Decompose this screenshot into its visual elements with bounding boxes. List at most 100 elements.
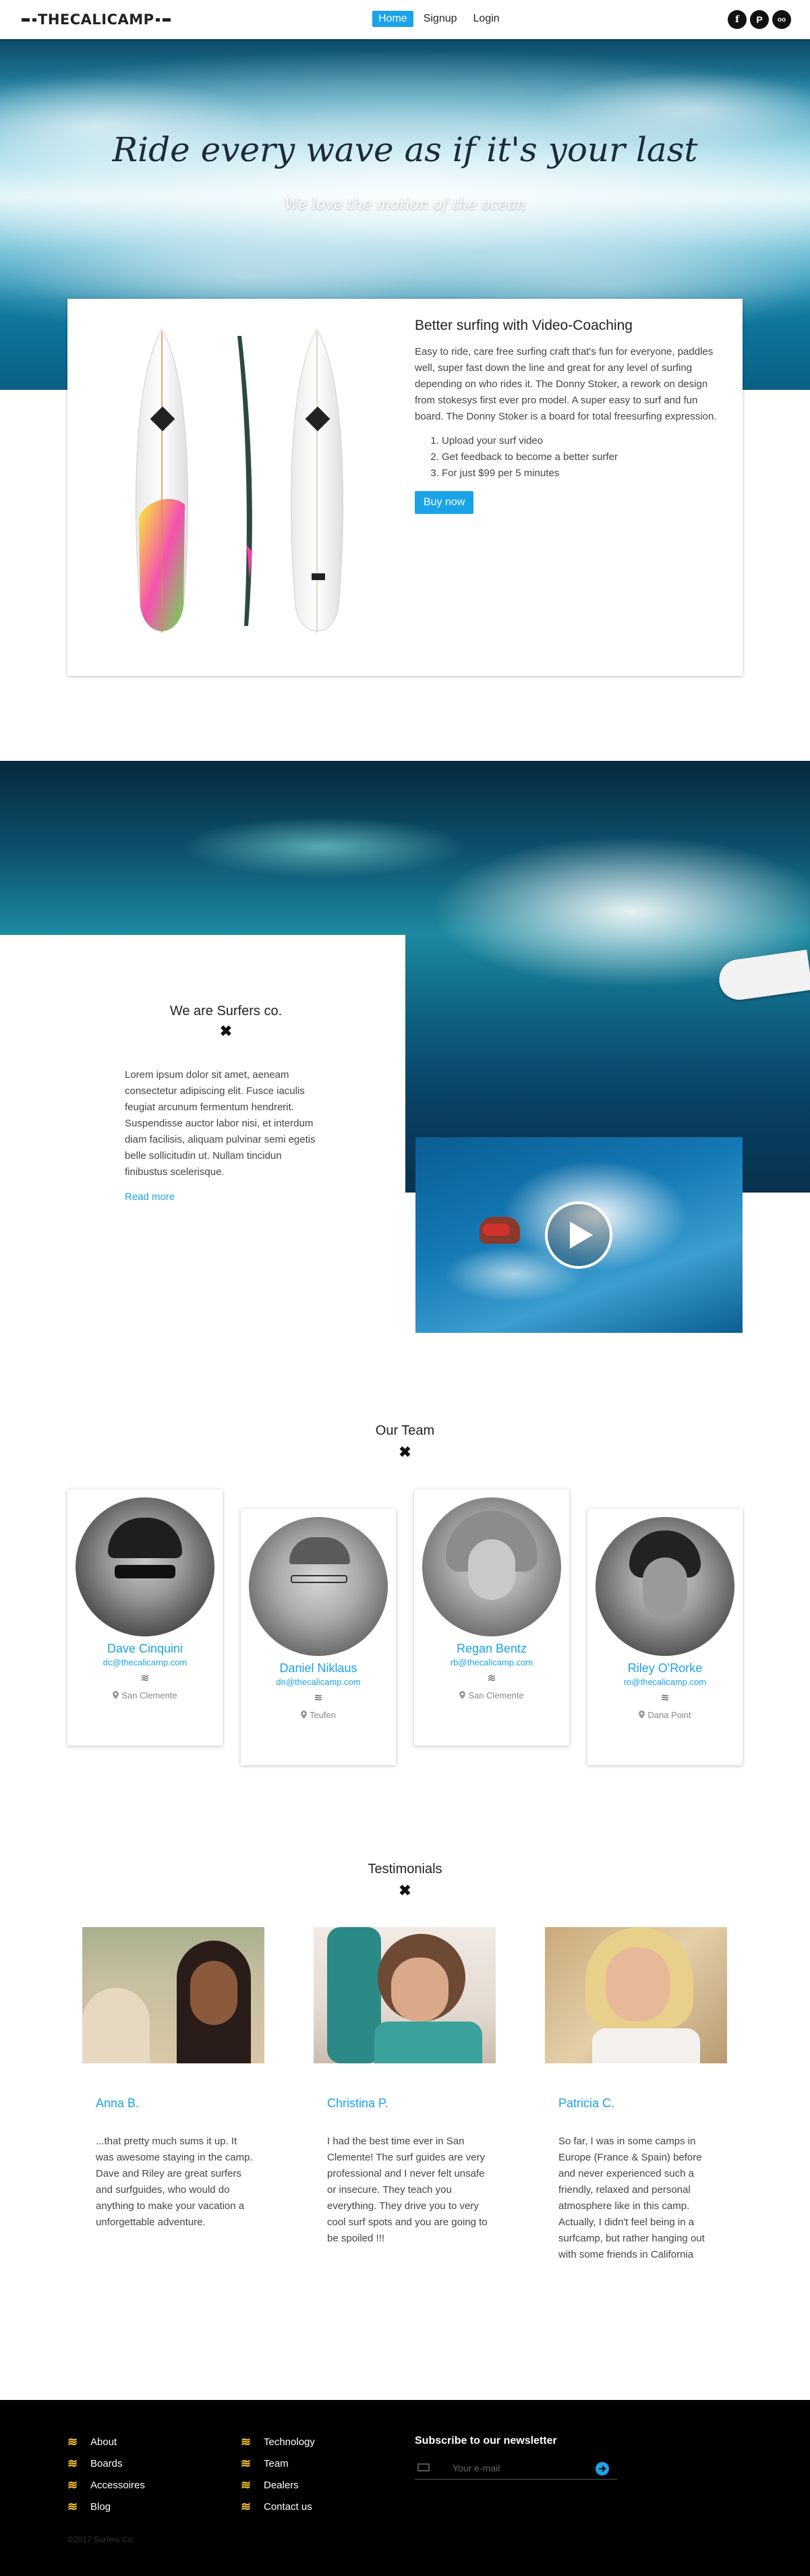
testimonial-text: I had the best time ever in San Clemente… bbox=[327, 2136, 488, 2244]
video-thumbnail[interactable] bbox=[415, 1137, 743, 1333]
wave-icon: ≋ bbox=[241, 2499, 252, 2513]
team-email[interactable]: rb@thecalicamp.com bbox=[414, 1657, 569, 1667]
newsletter-title: Subscribe to our newsletter bbox=[415, 2435, 557, 2446]
footer-link-blog[interactable]: ≋ Blog bbox=[67, 2496, 145, 2517]
wave-icon: ≋ bbox=[140, 1673, 150, 1684]
team-email[interactable]: ro@thecalicamp.com bbox=[587, 1677, 743, 1687]
wave-icon: ≋ bbox=[67, 2499, 78, 2513]
tripadvisor-icon[interactable]: oo bbox=[772, 10, 791, 29]
nav-home[interactable]: Home bbox=[372, 11, 413, 27]
surfer-shirt bbox=[483, 1224, 510, 1236]
footer: ≋ About ≋ Boards ≋ Accessoires ≋ Blog ≋ Techn… bbox=[0, 2400, 810, 2576]
footer-link-dealers[interactable]: ≋ Dealers bbox=[241, 2474, 315, 2496]
logo[interactable]: THECALICAMP bbox=[20, 9, 172, 30]
testimonial-photo bbox=[82, 1927, 264, 2063]
footer-link-label: Technology bbox=[264, 2436, 315, 2448]
surfboards-image bbox=[136, 328, 343, 633]
coaching-step: Get feedback to become a better surfer bbox=[442, 449, 725, 465]
team-email[interactable]: dc@thecalicamp.com bbox=[67, 1657, 223, 1667]
team-location: Dana Point bbox=[587, 1710, 743, 1720]
newsletter-submit-button[interactable] bbox=[596, 2462, 609, 2475]
footer-link-label: Accessoires bbox=[90, 2479, 145, 2491]
nav-links: Home Signup Login bbox=[372, 11, 506, 27]
testimonial-name: Patricia C. bbox=[558, 2096, 615, 2110]
team-location: San Clemente bbox=[67, 1690, 223, 1700]
team-photo bbox=[249, 1517, 388, 1656]
page: THECALICAMP Home Signup Login f P oo Rid… bbox=[0, 0, 810, 2576]
copyright: ©2017 Surfers Co bbox=[67, 2535, 133, 2544]
cross-icon: ✖ bbox=[399, 1443, 411, 1460]
location-pin-icon bbox=[639, 1711, 645, 1719]
wave-icon: ≋ bbox=[67, 2434, 78, 2449]
team-photo bbox=[422, 1497, 561, 1636]
mail-icon bbox=[417, 2463, 430, 2471]
play-icon bbox=[570, 1222, 593, 1249]
logo-left-bar-2 bbox=[32, 18, 36, 22]
footer-link-about[interactable]: ≋ About bbox=[67, 2431, 145, 2453]
nav-login[interactable]: Login bbox=[467, 11, 506, 27]
team-location-text: San Clemente bbox=[121, 1690, 177, 1700]
newsletter-email-input[interactable] bbox=[453, 2459, 587, 2477]
team-card: Regan Bentz rb@thecalicamp.com ≋ San Cle… bbox=[414, 1489, 569, 1746]
logo-right-bar-2 bbox=[155, 18, 160, 22]
navbar: THECALICAMP Home Signup Login f P oo bbox=[0, 0, 810, 39]
team-location-text: Dana Point bbox=[647, 1710, 691, 1720]
wave-icon: ≋ bbox=[660, 1692, 670, 1704]
logo-right-bar bbox=[162, 18, 171, 22]
team-name: Regan Bentz bbox=[456, 1642, 527, 1655]
team-location-text: San Clemente bbox=[468, 1690, 524, 1700]
footer-link-technology[interactable]: ≋ Technology bbox=[241, 2431, 315, 2453]
wave-icon: ≋ bbox=[241, 2434, 252, 2449]
footer-link-accessoires[interactable]: ≋ Accessoires bbox=[67, 2474, 145, 2496]
testimonial-photo bbox=[545, 1927, 727, 2063]
pinterest-icon[interactable]: P bbox=[750, 10, 769, 29]
coaching-description: Easy to ride, care free surfing craft th… bbox=[415, 346, 717, 422]
testimonials-title: Testimonials bbox=[368, 1862, 442, 1877]
location-pin-icon bbox=[113, 1691, 119, 1699]
wave-icon: ≋ bbox=[67, 2456, 78, 2470]
arrow-right-icon bbox=[599, 2465, 606, 2472]
testimonial-name: Anna B. bbox=[96, 2096, 140, 2110]
footer-link-label: Blog bbox=[90, 2500, 111, 2513]
location-pin-icon bbox=[300, 1711, 307, 1719]
read-more-link[interactable]: Read more bbox=[125, 1191, 175, 1203]
footer-link-boards[interactable]: ≋ Boards bbox=[67, 2453, 145, 2474]
testimonials-divider: ✖ bbox=[0, 1882, 810, 1899]
logo-left-bar bbox=[22, 18, 30, 22]
play-button[interactable] bbox=[545, 1201, 612, 1269]
wave-icon: ≋ bbox=[67, 2478, 78, 2492]
testimonial-photo bbox=[314, 1927, 496, 2063]
coaching-card: Better surfing with Video-Coaching Easy … bbox=[67, 299, 743, 676]
team-divider: ✖ bbox=[0, 1443, 810, 1461]
about-divider: ✖ bbox=[0, 1023, 452, 1040]
team-name: Dave Cinquini bbox=[107, 1642, 183, 1655]
coaching-title: Better surfing with Video-Coaching bbox=[415, 318, 633, 333]
hero-subtitle: We love the motion of the ocean bbox=[284, 196, 526, 213]
team-title: Our Team bbox=[375, 1423, 435, 1438]
coaching-step: For just $99 per 5 minutes bbox=[442, 465, 725, 482]
team-location-text: Teufen bbox=[309, 1710, 337, 1720]
footer-link-contact[interactable]: ≋ Contact us bbox=[241, 2496, 315, 2517]
team-photo bbox=[76, 1497, 214, 1636]
hero-title: Ride every wave as if it's your last bbox=[112, 130, 698, 169]
testimonial-name: Christina P. bbox=[327, 2096, 388, 2110]
footer-link-label: Dealers bbox=[264, 2479, 299, 2491]
buy-now-button[interactable]: Buy now bbox=[415, 491, 474, 514]
nav-signup[interactable]: Signup bbox=[417, 11, 463, 27]
facebook-icon[interactable]: f bbox=[728, 10, 747, 29]
footer-link-team[interactable]: ≋ Team bbox=[241, 2453, 315, 2474]
coaching-steps: Upload your surf video Get feedback to b… bbox=[442, 433, 725, 482]
footer-link-label: Boards bbox=[90, 2457, 123, 2469]
team-email[interactable]: dn@thecalicamp.com bbox=[241, 1677, 396, 1687]
team-card: Dave Cinquini dc@thecalicamp.com ≋ San C… bbox=[67, 1489, 223, 1746]
wave-icon: ≋ bbox=[487, 1673, 496, 1684]
team-location: San Clemente bbox=[414, 1690, 569, 1700]
wave-icon: ≋ bbox=[314, 1692, 323, 1704]
location-pin-icon bbox=[459, 1691, 466, 1699]
testimonial-text: So far, I was in some camps in Europe (F… bbox=[558, 2136, 705, 2260]
cross-icon: ✖ bbox=[399, 1882, 411, 1899]
about-section: We are Surfers co. ✖ Lorem ipsum dolor s… bbox=[0, 935, 405, 1350]
wave-icon: ≋ bbox=[241, 2456, 252, 2470]
team-name: Riley O'Rorke bbox=[627, 1661, 703, 1675]
team-card: Daniel Niklaus dn@thecalicamp.com ≋ Teuf… bbox=[241, 1509, 396, 1765]
